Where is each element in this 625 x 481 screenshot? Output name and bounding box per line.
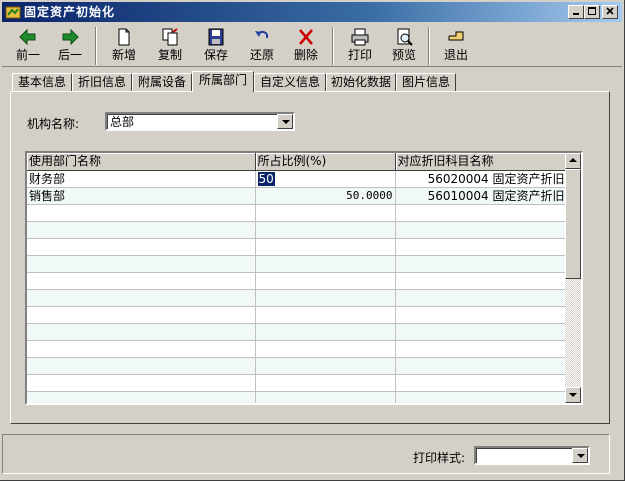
cell-account[interactable]: 56010004 固定资产折旧 (395, 187, 568, 205)
app-window: 固定资产初始化 前一 后一 新增 复制 保存 还原 删除 打印 预览 退出 基本… (0, 0, 625, 481)
table-row[interactable]: 财务部 50 56020004 固定资产折旧 (27, 170, 568, 188)
minimize-icon (573, 13, 579, 15)
print-label: 打印 (347, 48, 372, 62)
table-row-empty[interactable] (27, 204, 568, 222)
tab-strip: 基本信息 折旧信息 附属设备 所属部门 自定义信息 初始化数据 图片信息 (10, 71, 610, 92)
col-dept-name[interactable]: 使用部门名称 (27, 153, 256, 171)
minimize-button[interactable] (568, 5, 584, 19)
cell-dept[interactable]: 销售部 (27, 187, 256, 205)
print-style-select[interactable] (474, 446, 590, 465)
table-row-empty[interactable] (27, 340, 568, 358)
maximize-icon (588, 7, 596, 15)
tab-init-data[interactable]: 初始化数据 (326, 73, 396, 91)
table-row-empty[interactable] (27, 357, 568, 375)
toolbar-separator (332, 27, 334, 65)
preview-icon (397, 28, 413, 46)
save-button[interactable]: 保存 (194, 26, 238, 66)
save-icon (208, 28, 224, 46)
undo-label: 还原 (249, 48, 274, 62)
close-icon (606, 7, 614, 15)
department-table: 使用部门名称 所占比例(%) 对应折旧科目名称 财务部 50 56020004 … (27, 153, 568, 403)
chevron-down-icon[interactable] (572, 448, 588, 463)
table-row-empty[interactable] (27, 374, 568, 392)
table-row[interactable]: 销售部 50.0000 56010004 固定资产折旧 (27, 187, 568, 205)
delete-label: 删除 (293, 48, 318, 62)
toolbar-separator (95, 27, 97, 65)
save-label: 保存 (203, 48, 228, 62)
tab-basic-info[interactable]: 基本信息 (12, 73, 72, 91)
table-row-empty[interactable] (27, 238, 568, 256)
cell-ratio-editing[interactable]: 50 (255, 170, 396, 188)
exit-button[interactable]: 退出 (434, 26, 478, 66)
window-title: 固定资产初始化 (24, 5, 116, 19)
cell-account[interactable]: 56020004 固定资产折旧 (395, 170, 568, 188)
print-button[interactable]: 打印 (338, 26, 382, 66)
table-row-empty[interactable] (27, 221, 568, 239)
tab-department[interactable]: 所属部门 (192, 71, 254, 92)
ratio-edit-value[interactable]: 50 (257, 171, 275, 186)
copy-label: 复制 (157, 48, 182, 62)
app-icon (5, 6, 21, 19)
tab-custom-info[interactable]: 自定义信息 (254, 73, 326, 91)
exit-label: 退出 (443, 48, 468, 62)
cell-ratio[interactable]: 50.0000 (255, 187, 396, 205)
maximize-button[interactable] (584, 5, 600, 19)
toolbar-separator (428, 27, 430, 65)
scroll-up-icon[interactable] (565, 153, 581, 169)
copy-icon (162, 28, 178, 46)
table-row-empty[interactable] (27, 289, 568, 307)
preview-label: 预览 (391, 48, 416, 62)
print-icon (351, 28, 369, 46)
tab-image-info[interactable]: 图片信息 (396, 73, 456, 91)
arrow-left-icon (19, 28, 36, 46)
chevron-down-icon[interactable] (277, 114, 293, 129)
org-name-label: 机构名称: (27, 117, 80, 131)
tab-attached-equipment[interactable]: 附属设备 (132, 73, 192, 91)
table-row-empty[interactable] (27, 306, 568, 324)
scroll-thumb[interactable] (565, 169, 581, 279)
new-button[interactable]: 新增 (102, 26, 146, 66)
table-row-empty[interactable] (27, 255, 568, 273)
delete-icon (299, 29, 313, 45)
prev-label: 前一 (15, 48, 40, 62)
delete-button[interactable]: 删除 (284, 26, 328, 66)
tab-depreciation-info[interactable]: 折旧信息 (72, 73, 132, 91)
table-row-empty[interactable] (27, 391, 568, 403)
table-row-empty[interactable] (27, 272, 568, 290)
title-bar: 固定资产初始化 (2, 2, 622, 22)
next-button[interactable]: 后一 (48, 26, 92, 66)
org-name-select[interactable]: 总部 (105, 112, 295, 131)
print-style-label: 打印样式: (413, 451, 466, 465)
col-account[interactable]: 对应折旧科目名称 (395, 153, 568, 171)
org-name-value: 总部 (110, 115, 135, 129)
cell-dept[interactable]: 财务部 (27, 170, 256, 188)
new-label: 新增 (111, 48, 136, 62)
copy-button[interactable]: 复制 (148, 26, 192, 66)
col-ratio[interactable]: 所占比例(%) (255, 153, 396, 171)
prev-button[interactable]: 前一 (6, 26, 50, 66)
preview-button[interactable]: 预览 (382, 26, 426, 66)
table-header: 使用部门名称 所占比例(%) 对应折旧科目名称 (27, 153, 568, 171)
table-row-empty[interactable] (27, 323, 568, 341)
department-grid: 使用部门名称 所占比例(%) 对应折旧科目名称 财务部 50 56020004 … (25, 151, 583, 405)
next-label: 后一 (57, 48, 82, 62)
undo-button[interactable]: 还原 (240, 26, 284, 66)
exit-icon (448, 31, 464, 41)
close-button[interactable] (602, 5, 618, 19)
toolbar: 前一 后一 新增 复制 保存 还原 删除 打印 预览 退出 (2, 23, 622, 67)
new-document-icon (118, 28, 130, 46)
arrow-right-icon (62, 28, 79, 46)
undo-icon (255, 30, 269, 39)
vertical-scrollbar[interactable] (565, 153, 581, 403)
scroll-down-icon[interactable] (565, 387, 581, 403)
